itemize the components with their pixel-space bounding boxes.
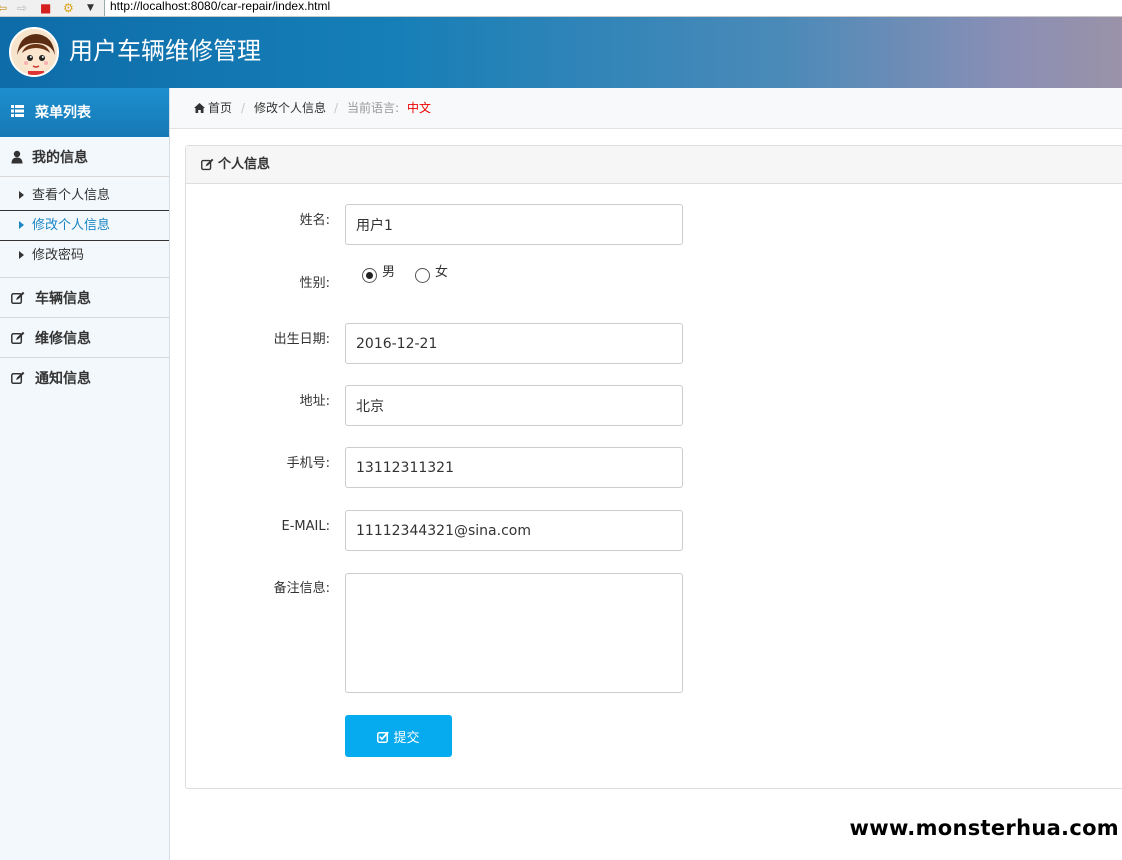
back-icon[interactable]: ⇦ — [0, 1, 7, 15]
gender-male-label: 男 — [382, 265, 396, 280]
browser-toolbar: ⇦ ⇨ ■ ⚙ ▼ http://localhost:8080/car-repa… — [0, 0, 1122, 17]
sidebar-item-label: 查看个人信息 — [32, 188, 111, 203]
address-bar[interactable]: http://localhost:8080/car-repair/index.h… — [104, 0, 1122, 16]
sidebar-group-label: 通知信息 — [35, 371, 91, 387]
email-input[interactable] — [345, 510, 683, 551]
tools-icon[interactable]: ⚙ — [63, 1, 74, 15]
list-icon — [11, 105, 24, 117]
avatar — [9, 27, 59, 77]
name-input[interactable] — [345, 204, 683, 245]
name-label: 姓名: — [299, 213, 330, 228]
gender-female-radio[interactable] — [415, 268, 430, 283]
avatar-image — [11, 29, 57, 75]
app-header: 用户车辆维修管理 — [0, 17, 1122, 88]
language-label: 当前语言: — [347, 101, 400, 115]
birth-label: 出生日期: — [273, 332, 330, 347]
forward-icon[interactable]: ⇨ — [17, 1, 27, 15]
edit-icon — [11, 291, 25, 305]
address-input[interactable] — [345, 385, 683, 426]
sidebar-menu-header: 菜单列表 — [0, 88, 169, 137]
sidebar-group-label: 我的信息 — [32, 150, 88, 166]
profile-panel: 个人信息 姓名: 性别: 男 女 出生日期: 地址: 手机号: E-MAIL: … — [185, 145, 1122, 789]
sidebar-group-label: 车辆信息 — [35, 291, 91, 307]
remark-label: 备注信息: — [273, 581, 330, 596]
remark-textarea[interactable] — [345, 573, 683, 693]
panel-title: 个人信息 — [218, 157, 271, 172]
sidebar-submenu: 查看个人信息 修改个人信息 修改密码 — [0, 177, 169, 278]
caret-right-icon — [19, 191, 24, 199]
edit-icon — [201, 158, 214, 171]
gender-label: 性别: — [299, 276, 330, 291]
sidebar-item-label: 修改个人信息 — [32, 218, 111, 233]
breadcrumb-separator: / — [241, 101, 246, 115]
breadcrumb-home[interactable]: 首页 — [208, 100, 232, 117]
sidebar-group-my-info[interactable]: 我的信息 — [0, 137, 169, 177]
gender-female-label: 女 — [435, 265, 449, 280]
chevron-down-icon[interactable]: ▼ — [87, 1, 94, 15]
birth-date-input[interactable] — [345, 323, 683, 364]
check-square-icon — [377, 731, 390, 743]
sidebar-item-view-profile[interactable]: 查看个人信息 — [0, 181, 169, 211]
phone-label: 手机号: — [286, 456, 330, 471]
stop-icon[interactable]: ■ — [40, 1, 51, 15]
breadcrumb-current: 修改个人信息 — [254, 101, 327, 115]
sidebar-item-change-password[interactable]: 修改密码 — [0, 241, 169, 271]
home-icon — [194, 103, 205, 113]
user-icon — [11, 150, 23, 164]
watermark: www.monsterhua.com — [849, 816, 1119, 840]
submit-button[interactable]: 提交 — [345, 715, 452, 757]
edit-icon — [11, 371, 25, 385]
sidebar-item-label: 修改密码 — [32, 248, 85, 263]
sidebar-menu-title: 菜单列表 — [35, 105, 91, 121]
phone-input[interactable] — [345, 447, 683, 488]
language-value[interactable]: 中文 — [407, 100, 431, 117]
submit-label: 提交 — [393, 730, 420, 746]
browser-nav-buttons: ⇦ ⇨ ■ ⚙ ▼ — [0, 0, 104, 17]
address-label: 地址: — [299, 394, 330, 409]
caret-right-icon — [19, 251, 24, 259]
email-label: E-MAIL: — [281, 519, 330, 534]
breadcrumb-separator: / — [334, 101, 339, 115]
url-text: http://localhost:8080/car-repair/index.h… — [110, 0, 331, 13]
sidebar-item-edit-profile[interactable]: 修改个人信息 — [0, 211, 169, 241]
app-title: 用户车辆维修管理 — [69, 37, 261, 65]
caret-right-icon — [19, 221, 24, 229]
breadcrumb: 首页 / 修改个人信息 / 当前语言: 中文 — [170, 88, 1122, 129]
sidebar: 菜单列表 我的信息 查看个人信息 修改个人信息 修改密码 车辆信息 维修信息 通… — [0, 88, 170, 860]
panel-header: 个人信息 — [186, 146, 1122, 184]
sidebar-group-label: 维修信息 — [35, 331, 91, 347]
sidebar-group-repair-info[interactable]: 维修信息 — [0, 318, 169, 358]
gender-male-radio[interactable] — [362, 268, 377, 283]
sidebar-group-notice-info[interactable]: 通知信息 — [0, 358, 169, 398]
edit-icon — [11, 331, 25, 345]
sidebar-group-vehicle-info[interactable]: 车辆信息 — [0, 278, 169, 318]
